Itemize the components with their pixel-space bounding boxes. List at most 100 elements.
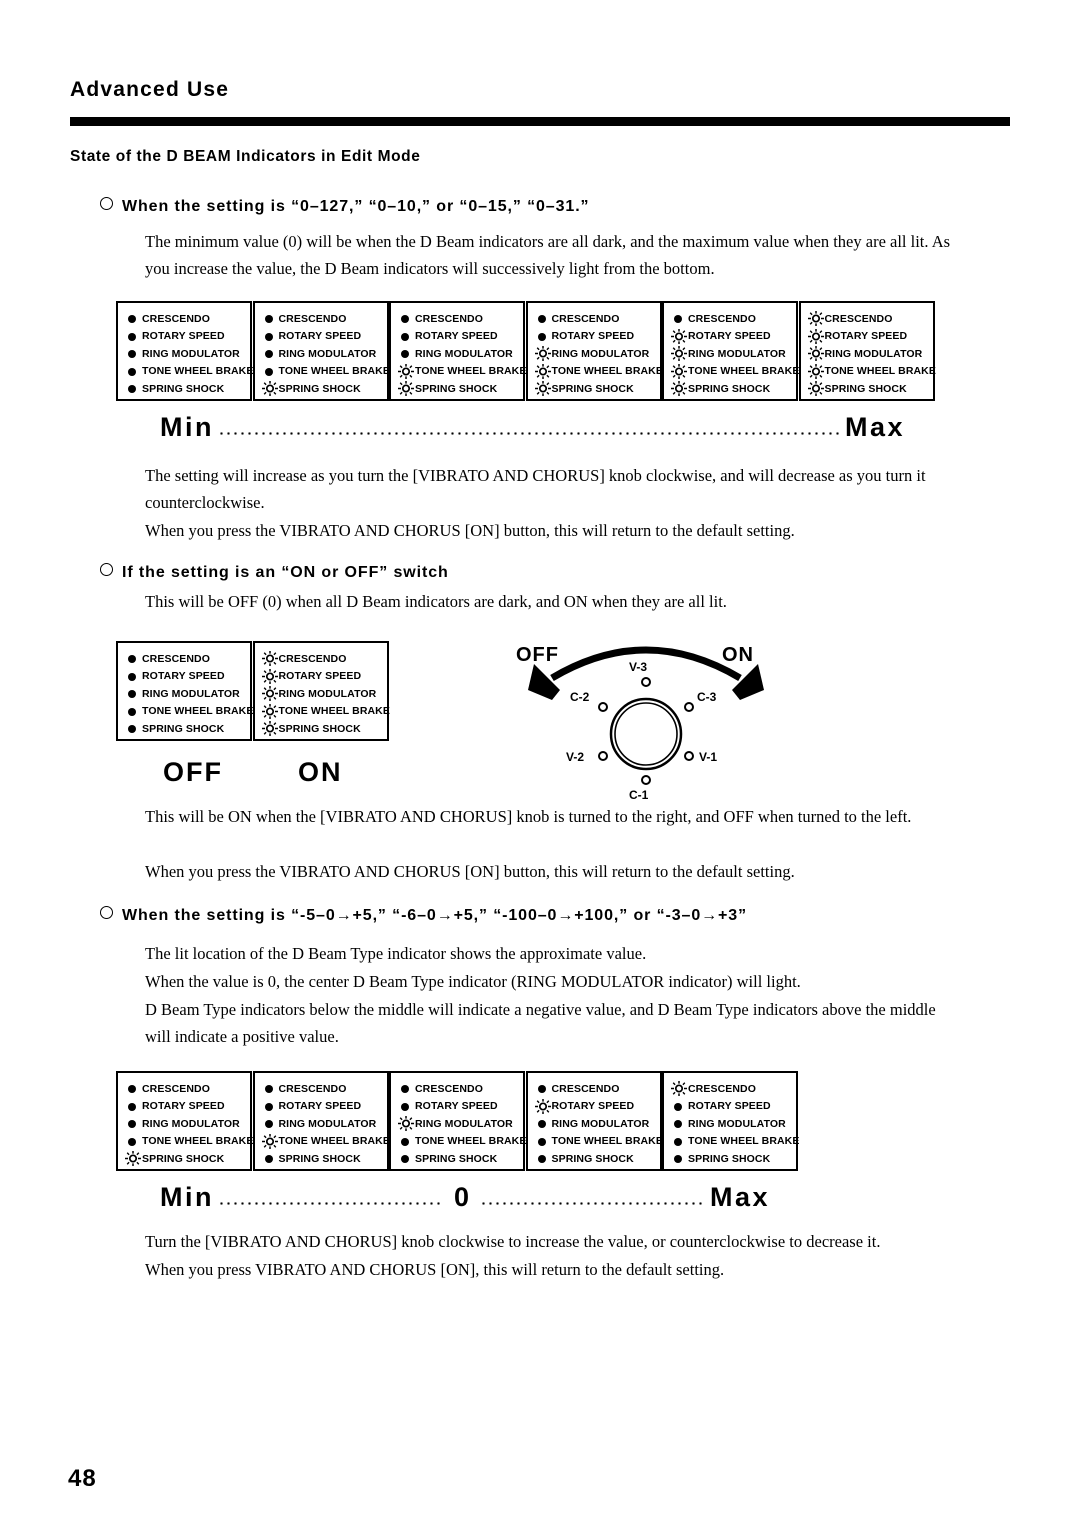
knob-marker-c-2 [598, 702, 608, 712]
indicator-lit-icon [261, 381, 278, 397]
indicator-row: CRESCENDO [255, 310, 387, 328]
indicator-row: ROTARY SPEED [255, 1098, 387, 1116]
indicator-dark-icon [125, 721, 141, 736]
indicator-lit-icon [398, 1116, 414, 1132]
indicator-row: SPRING SHOCK [118, 380, 250, 398]
page-number: 48 [68, 1465, 97, 1492]
indicator-row: RING MODULATOR [255, 1115, 387, 1133]
indicator-dark-icon [262, 311, 278, 326]
indicator-label: ROTARY SPEED [415, 330, 498, 343]
indicator-lit-icon [261, 703, 278, 719]
indicator-dark-icon [125, 1081, 141, 1096]
indicator-row: ROTARY SPEED [255, 668, 387, 686]
d-beam-indicator-panel: CRESCENDO ROTARY SPEED RING MODULATOR TONE … [252, 1071, 390, 1171]
indicator-row: SPRING SHOCK [391, 1150, 523, 1168]
indicator-label: ROTARY SPEED [278, 1100, 362, 1113]
indicator-label: TONE WHEEL BRAKE [278, 1135, 390, 1148]
indicator-row: RING MODULATOR [391, 345, 523, 363]
indicator-lit-icon [534, 381, 551, 397]
indicator-row: RING MODULATOR [664, 1115, 796, 1133]
paragraph-3-5: When you press VIBRATO AND CHORUS [ON], … [145, 1260, 725, 1279]
indicator-label: ROTARY SPEED [688, 1100, 771, 1113]
indicator-row: CRESCENDO [664, 310, 796, 328]
indicator-label: TONE WHEEL BRAKE [415, 365, 527, 378]
indicator-label: TONE WHEEL BRAKE [278, 365, 390, 378]
indicator-label: ROTARY SPEED [142, 1100, 225, 1113]
scale-bipolar-max: Max [709, 1182, 770, 1212]
subsection-heading-3: When the setting is “-5–0→+5,” “-6–0→+5,… [100, 906, 747, 925]
indicator-row: RING MODULATOR [118, 685, 250, 703]
indicator-label: SPRING SHOCK [142, 1152, 225, 1165]
indicator-label: RING MODULATOR [551, 347, 650, 360]
knob-inner-ring [614, 702, 678, 766]
indicator-row: TONE WHEEL BRAKE [391, 1133, 526, 1151]
indicator-row: ROTARY SPEED [664, 328, 796, 346]
indicator-label: RING MODULATOR [824, 347, 923, 360]
d-beam-indicator-panel: CRESCENDO ROTARY SPEED RING MODULATOR TONE … [662, 301, 800, 401]
d-beam-indicator-panel: CRESCENDO ROTARY SPEED RING MODULATOR TONE … [662, 1071, 799, 1171]
indicator-row: RING MODULATOR [801, 345, 933, 363]
indicator-label: SPRING SHOCK [278, 382, 361, 395]
indicator-lit-icon [807, 311, 824, 327]
indicator-lit-icon [671, 346, 687, 362]
knob-marker-c-3 [684, 702, 694, 712]
knob-marker-v-1 [684, 751, 694, 761]
indicator-row: CRESCENDO [118, 310, 250, 328]
indicator-label: SPRING SHOCK [142, 382, 225, 395]
indicator-label: CRESCENDO [142, 312, 210, 325]
d-beam-indicator-panel: CRESCENDO ROTARY SPEED RING MODULATOR TONE … [798, 301, 936, 401]
indicator-dark-icon [398, 346, 414, 361]
indicator-label: SPRING SHOCK [415, 1152, 498, 1165]
indicator-label: CRESCENDO [278, 652, 347, 665]
indicator-label: CRESCENDO [278, 312, 347, 325]
indicator-dark-icon [262, 1151, 278, 1166]
indicator-row: CRESCENDO [528, 1080, 660, 1098]
paragraph-2-3: When you press the VIBRATO AND CHORUS [O… [145, 862, 795, 881]
indicator-row: ROTARY SPEED [255, 328, 387, 346]
vibrato-chorus-knob-diagram: OFF ON V-3 C-2 C-3 V-2 V-1 C-1 [512, 638, 780, 808]
indicator-row: TONE WHEEL BRAKE [118, 1133, 253, 1151]
indicator-row: SPRING SHOCK [528, 380, 660, 398]
indicator-label: TONE WHEEL BRAKE [688, 365, 800, 378]
scale-ramp-min: Min [160, 412, 214, 442]
indicator-row: SPRING SHOCK [255, 720, 387, 738]
indicator-label: SPRING SHOCK [688, 382, 771, 395]
d-beam-indicator-panel: CRESCENDO ROTARY SPEED RING MODULATOR TONE … [389, 1071, 526, 1171]
indicator-dark-icon [671, 311, 687, 326]
indicator-row: TONE WHEEL BRAKE [255, 703, 390, 721]
indicator-row: ROTARY SPEED [391, 1098, 523, 1116]
indicator-dark-icon [125, 1134, 141, 1149]
knob-on-label: ON [722, 644, 754, 666]
indicator-dark-icon [262, 346, 278, 361]
indicator-label: RING MODULATOR [142, 687, 240, 700]
page-title: Advanced Use [70, 78, 230, 101]
subsection-heading-1: When the setting is “0–127,” “0–10,” or … [100, 197, 589, 216]
indicator-label: RING MODULATOR [278, 687, 377, 700]
indicator-dark-icon [398, 1099, 414, 1114]
indicator-label: ROTARY SPEED [551, 1100, 635, 1113]
indicator-label: CRESCENDO [551, 1082, 620, 1095]
d-beam-indicator-panel: CRESCENDO ROTARY SPEED RING MODULATOR TONE … [116, 641, 253, 741]
knob-label-v-1: V-1 [699, 750, 718, 764]
indicator-label: SPRING SHOCK [688, 1152, 771, 1165]
knob-marker-c-1 [641, 775, 651, 785]
indicator-label: SPRING SHOCK [551, 1152, 634, 1165]
header-divider [70, 117, 1010, 126]
subsection-heading-3-label: When the setting is “-5–0→+5,” “-6–0→+5,… [122, 907, 747, 924]
indicator-row: ROTARY SPEED [528, 328, 660, 346]
indicator-label: CRESCENDO [551, 312, 620, 325]
indicator-label: RING MODULATOR [278, 1117, 377, 1130]
indicator-dark-icon [262, 1099, 278, 1114]
indicator-lit-icon [807, 346, 824, 362]
indicator-row: ROTARY SPEED [118, 1098, 250, 1116]
indicator-row: ROTARY SPEED [528, 1098, 660, 1116]
indicator-row: TONE WHEEL BRAKE [118, 363, 253, 381]
indicator-label: CRESCENDO [688, 312, 756, 325]
indicator-row: TONE WHEEL BRAKE [118, 703, 253, 721]
indicator-label: ROTARY SPEED [688, 330, 771, 343]
indicator-label: CRESCENDO [415, 1082, 483, 1095]
indicator-dark-icon [125, 686, 141, 701]
subsection-heading-2-label: If the setting is an “ON or OFF” switch [122, 564, 449, 581]
bullet-ring-icon [100, 906, 113, 919]
manual-page: Advanced Use State of the D BEAM Indicat… [0, 0, 1080, 1528]
